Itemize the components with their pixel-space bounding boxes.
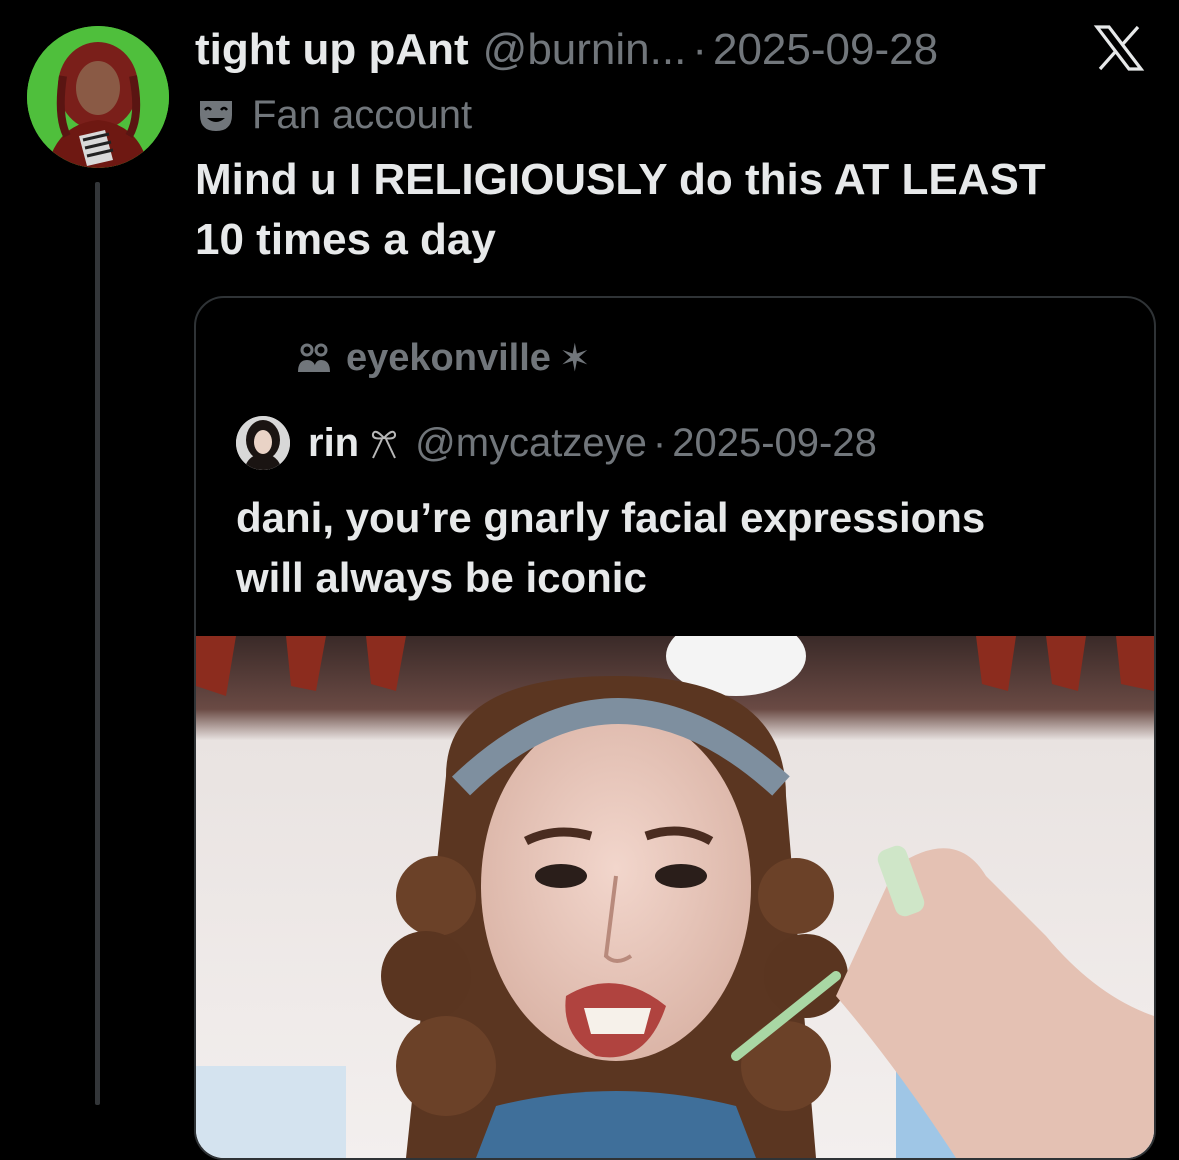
author-handle[interactable]: @burnin... (483, 25, 687, 75)
quoted-tweet-date[interactable]: 2025-09-28 (672, 421, 877, 466)
tweet-header: tight up pAnt @burnin... · 2025-09-28 (195, 22, 1149, 78)
account-label: Fan account (196, 90, 472, 140)
community-name: eyekonville (346, 336, 551, 379)
x-logo-icon (1093, 25, 1145, 71)
quoted-author-avatar[interactable] (236, 416, 290, 470)
media-photo (196, 636, 1154, 1158)
account-label-text: Fan account (252, 92, 473, 137)
community-suffix: ✶ (558, 337, 591, 380)
quoted-tweet-media[interactable] (196, 636, 1154, 1158)
community-people-icon (298, 343, 330, 372)
avatar-image (27, 26, 169, 168)
header-separator: · (692, 25, 707, 74)
community-label[interactable]: eyekonville ✶ (296, 334, 591, 382)
quoted-text-line-2: will always be iconic (236, 554, 647, 601)
tweet-text-line-1: Mind u I RELIGIOUSLY do this AT LEAST (195, 155, 1046, 204)
author-avatar[interactable] (27, 26, 169, 168)
quoted-tweet-card[interactable]: eyekonville ✶ rin @mycatzeye · 2025-09-2… (194, 296, 1156, 1160)
quoted-tweet-header: rin @mycatzeye · 2025-09-28 (236, 414, 877, 472)
author-display-name[interactable]: tight up pAnt (195, 25, 469, 75)
quoted-text-line-1: dani, you’re gnarly facial expressions (236, 494, 986, 541)
tweet-date[interactable]: 2025-09-28 (713, 25, 938, 75)
tweet-text-line-2: 10 times a day (195, 215, 496, 264)
quoted-header-separator: · (652, 420, 667, 465)
quoted-author-display-name[interactable]: rin (308, 421, 359, 466)
theater-mask-icon (200, 101, 232, 131)
tweet-text: Mind u I RELIGIOUSLY do this AT LEAST 10… (195, 150, 1155, 270)
quoted-avatar-image (236, 416, 290, 470)
ribbon-bow-icon (372, 430, 397, 459)
quoted-tweet-text: dani, you’re gnarly facial expressions w… (236, 488, 1116, 608)
thread-connector-line (95, 182, 100, 1105)
quoted-author-handle[interactable]: @mycatzeye (415, 421, 647, 466)
